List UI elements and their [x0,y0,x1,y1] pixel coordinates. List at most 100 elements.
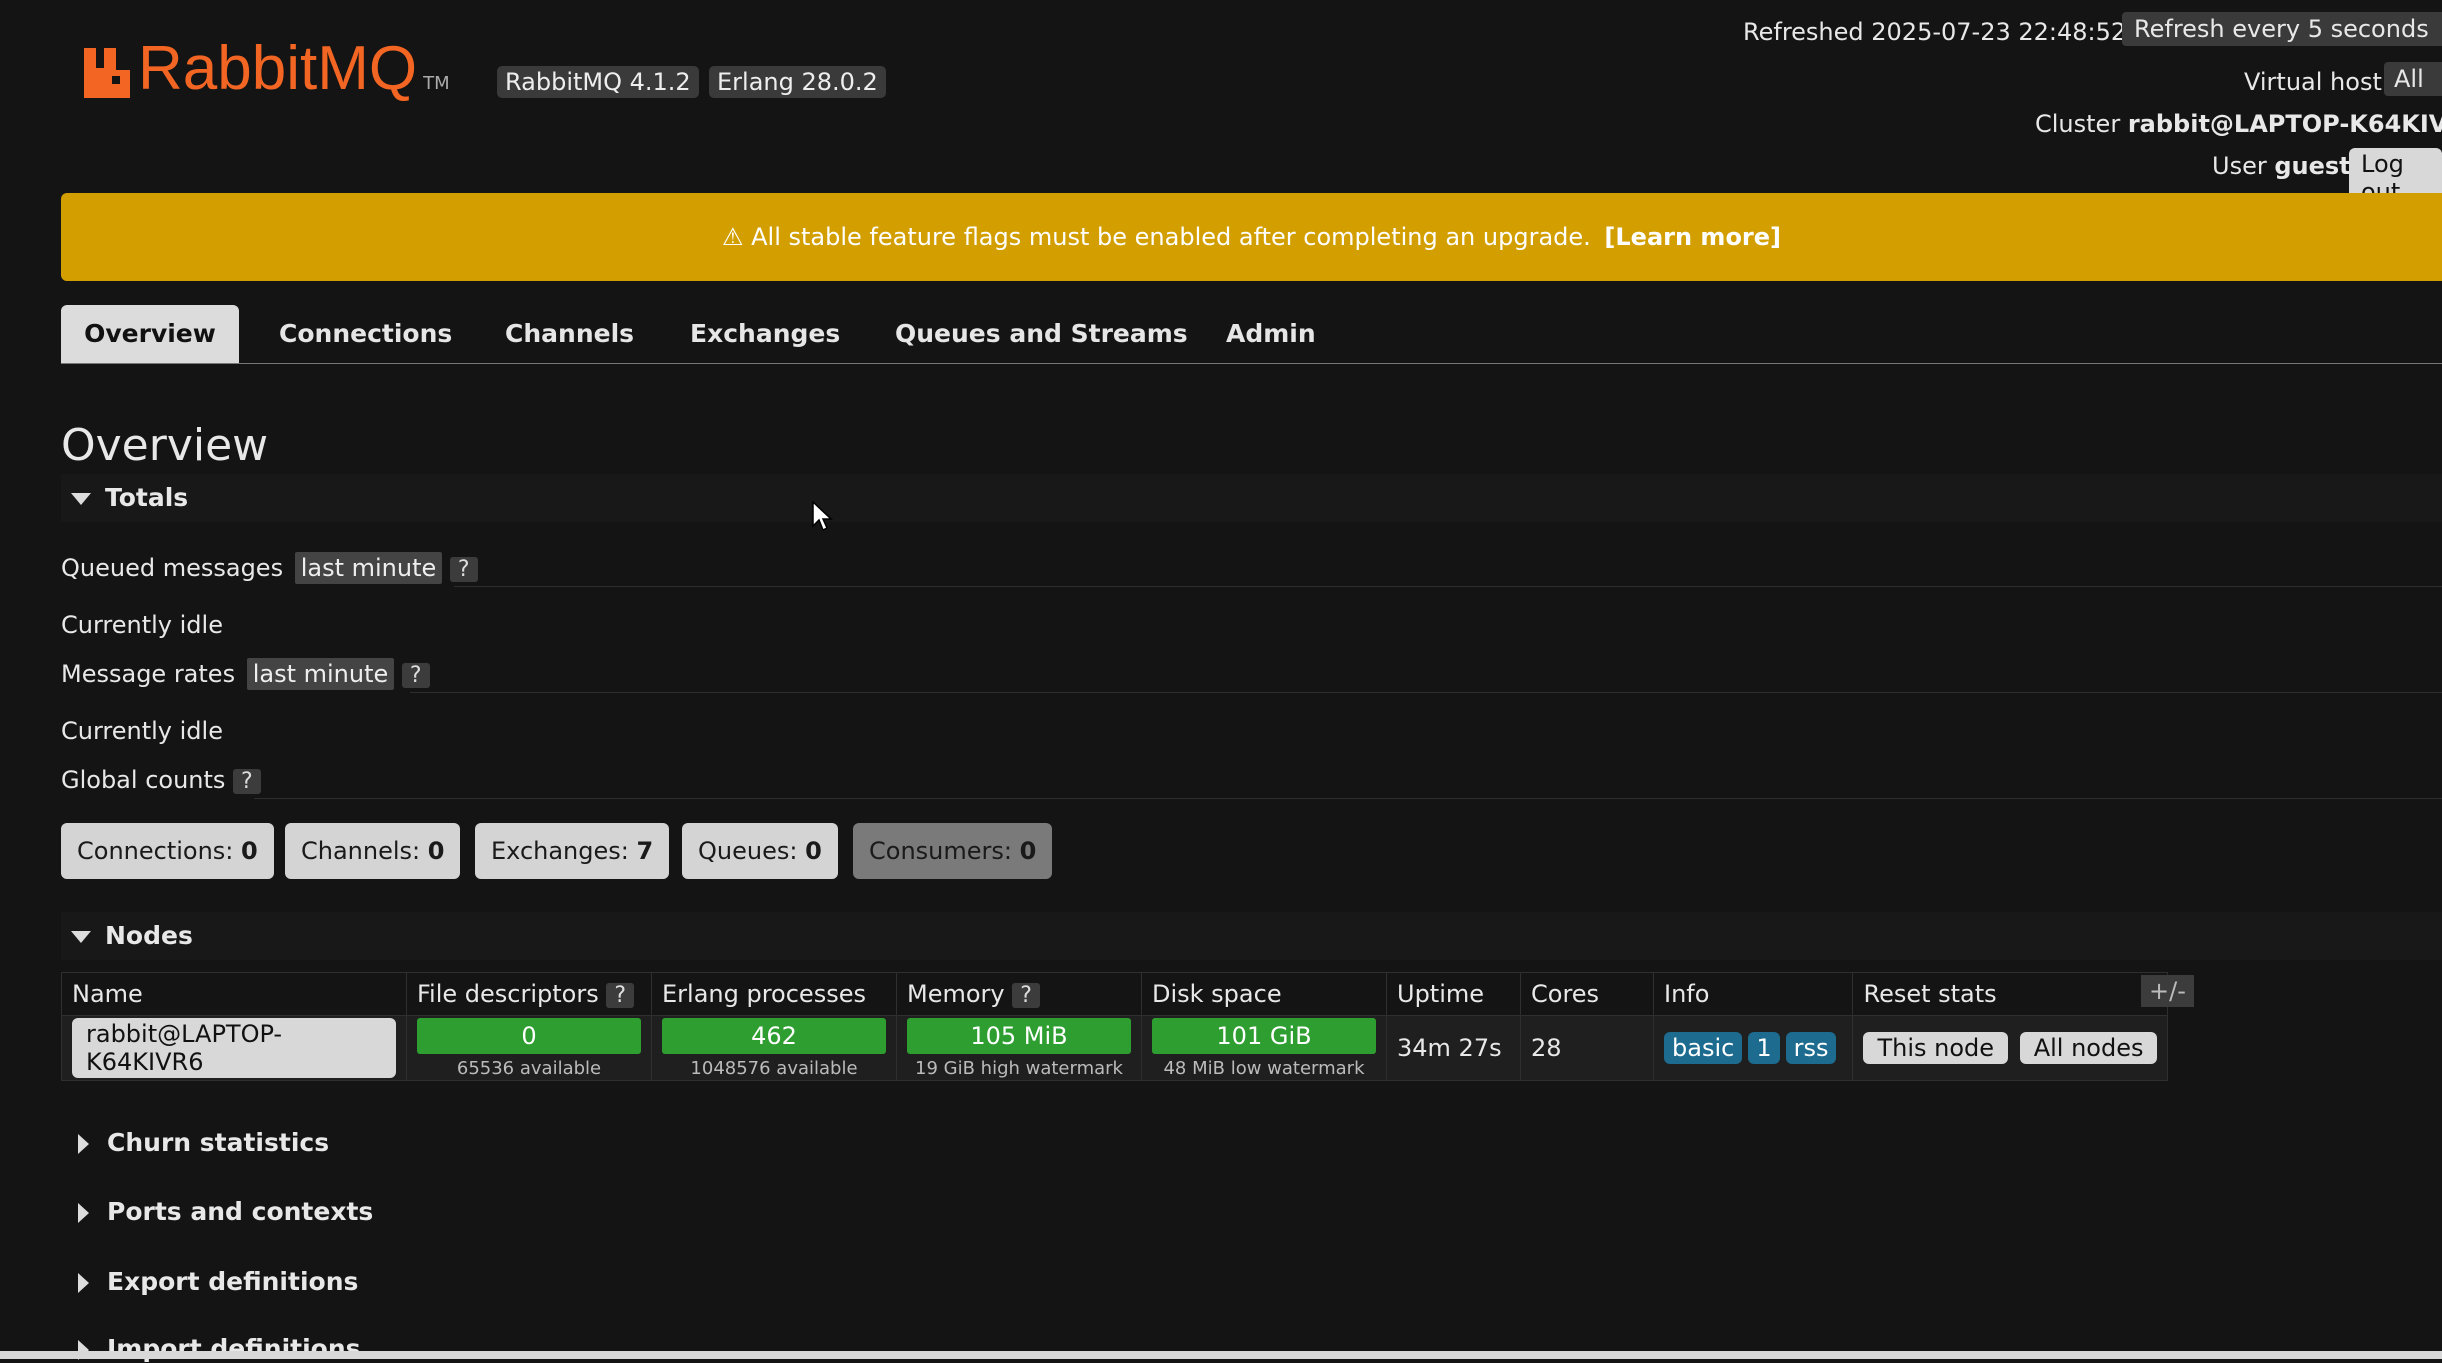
divider [254,798,2442,799]
reset-stats-cell: This node All nodes [1852,1015,2169,1081]
info-count-badge[interactable]: 1 [1748,1032,1780,1064]
tab-label: Queues and Streams [895,319,1188,348]
logo-text: RabbitMQ [138,34,418,103]
tab-channels[interactable]: Channels [505,305,634,363]
tab-admin[interactable]: Admin [1226,305,1316,363]
info-rss-badge[interactable]: rss [1785,1032,1837,1064]
col-label: Memory [907,980,1005,1008]
col-label: Cores [1531,980,1600,1008]
help-button[interactable]: ? [1012,983,1040,1008]
memory-cell: 105 MiB 19 GiB high watermark [896,1015,1142,1081]
memory-bar: 105 MiB [907,1017,1131,1054]
global-counts-row: Global counts ? [61,766,261,794]
tab-label: Admin [1226,319,1316,348]
queues-count[interactable]: Queues: 0 [682,823,838,879]
rabbitmq-version-badge: RabbitMQ 4.1.2 [497,66,699,98]
triangle-down-icon [71,931,91,943]
user-name: guest [2274,152,2351,180]
banner-text: ⚠ All stable feature flags must be enabl… [721,223,1591,251]
refresh-interval-select[interactable]: Refresh every 5 seconds ⌄ [2122,12,2442,46]
col-name: Name [61,972,407,1016]
count-value: 0 [1019,837,1037,865]
triangle-right-icon [78,1203,89,1223]
info-cell: basic 1 rss [1652,1015,1854,1081]
queued-range-select[interactable]: last minute [294,552,443,584]
triangle-right-icon [78,1134,89,1154]
totals-section-header[interactable]: Totals [61,474,2442,522]
nodes-section-header[interactable]: Nodes [61,912,2442,960]
info-basic-badge[interactable]: basic [1664,1032,1743,1064]
export-definitions-section[interactable]: Export definitions [78,1267,358,1296]
tab-label: Channels [505,319,635,348]
count-label: Queues: [698,837,798,865]
channels-count[interactable]: Channels: 0 [285,823,461,879]
rabbit-logo-icon [84,48,130,98]
col-file-descriptors: File descriptors ? [406,972,652,1016]
divider [454,586,2442,587]
exchanges-count[interactable]: Exchanges: 7 [475,823,670,879]
tab-connections[interactable]: Connections [279,305,452,363]
table-row: rabbit@LAPTOP-K64KIVR6 0 65536 available … [61,1015,2169,1081]
help-button[interactable]: ? [449,557,478,582]
global-counts-label: Global counts [61,766,226,794]
section-title: Export definitions [107,1267,359,1296]
feature-flags-banner: ⚠ All stable feature flags must be enabl… [61,193,2442,281]
col-label: Disk space [1152,980,1282,1008]
cluster-info: Cluster rabbit@LAPTOP-K64KIVR [2035,110,2442,138]
col-cores: Cores [1520,972,1654,1016]
count-value: 7 [636,837,654,865]
divider [410,692,2442,693]
learn-more-link[interactable]: [Learn more] [1604,223,1781,251]
count-label: Channels: [301,837,421,865]
fd-cell: 0 65536 available [406,1015,652,1081]
reset-this-node-button[interactable]: This node [1863,1032,2009,1064]
fd-available: 65536 available [456,1057,602,1079]
refresh-select-value: Refresh every 5 seconds [2134,15,2429,43]
memory-watermark: 19 GiB high watermark [915,1057,1123,1079]
rates-idle-text: Currently idle [61,717,223,745]
refreshed-timestamp: Refreshed 2025-07-23 22:48:52 [1743,18,2127,46]
triangle-down-icon [71,493,91,505]
proc-available: 1048576 available [690,1057,858,1079]
queued-idle-text: Currently idle [61,611,223,639]
message-rates-row: Message rates last minute ? [61,658,430,690]
col-label: File descriptors [417,980,599,1008]
col-erlang-processes: Erlang processes [651,972,897,1016]
tab-queues-and-streams[interactable]: Queues and Streams [895,305,1188,363]
uptime-cell: 34m 27s [1386,1015,1521,1081]
section-title: Churn statistics [107,1128,330,1157]
queued-messages-row: Queued messages last minute ? [61,552,478,584]
reset-all-nodes-button[interactable]: All nodes [2019,1032,2158,1064]
tab-label: Overview [84,319,216,348]
disk-bar: 101 GiB [1152,1017,1376,1054]
rates-range-select[interactable]: last minute [246,658,395,690]
col-label: Info [1664,980,1710,1008]
help-button[interactable]: ? [233,769,261,794]
col-label: Reset stats [1863,980,1997,1008]
columns-toggle-button[interactable]: +/- [2141,975,2194,1007]
cluster-name: rabbit@LAPTOP-K64KIVR [2127,110,2442,138]
help-button[interactable]: ? [401,663,430,688]
disk-cell: 101 GiB 48 MiB low watermark [1141,1015,1387,1081]
page-title: Overview [61,420,269,471]
col-disk-space: Disk space [1141,972,1387,1016]
rabbitmq-logo[interactable]: RabbitMQ TM [82,30,450,100]
connections-count[interactable]: Connections: 0 [61,823,274,879]
col-label: Name [72,980,143,1008]
tab-divider [61,363,2442,364]
count-value: 0 [805,837,822,865]
ports-and-contexts-section[interactable]: Ports and contexts [78,1197,373,1226]
node-name-link[interactable]: rabbit@LAPTOP-K64KIVR6 [72,1018,396,1078]
tab-exchanges[interactable]: Exchanges [690,305,840,363]
col-reset-stats: Reset stats [1852,972,2169,1016]
tab-overview[interactable]: Overview [61,305,239,363]
count-label: Consumers: [869,837,1012,865]
table-header-row: Name File descriptors ? Erlang processes… [61,972,2169,1016]
col-memory: Memory ? [896,972,1142,1016]
count-value: 0 [241,837,258,865]
help-button[interactable]: ? [606,983,635,1008]
triangle-right-icon [78,1273,89,1293]
churn-statistics-section[interactable]: Churn statistics [78,1128,329,1157]
vhost-select[interactable]: All ⌄ [2384,62,2442,96]
count-value: 0 [427,837,445,865]
